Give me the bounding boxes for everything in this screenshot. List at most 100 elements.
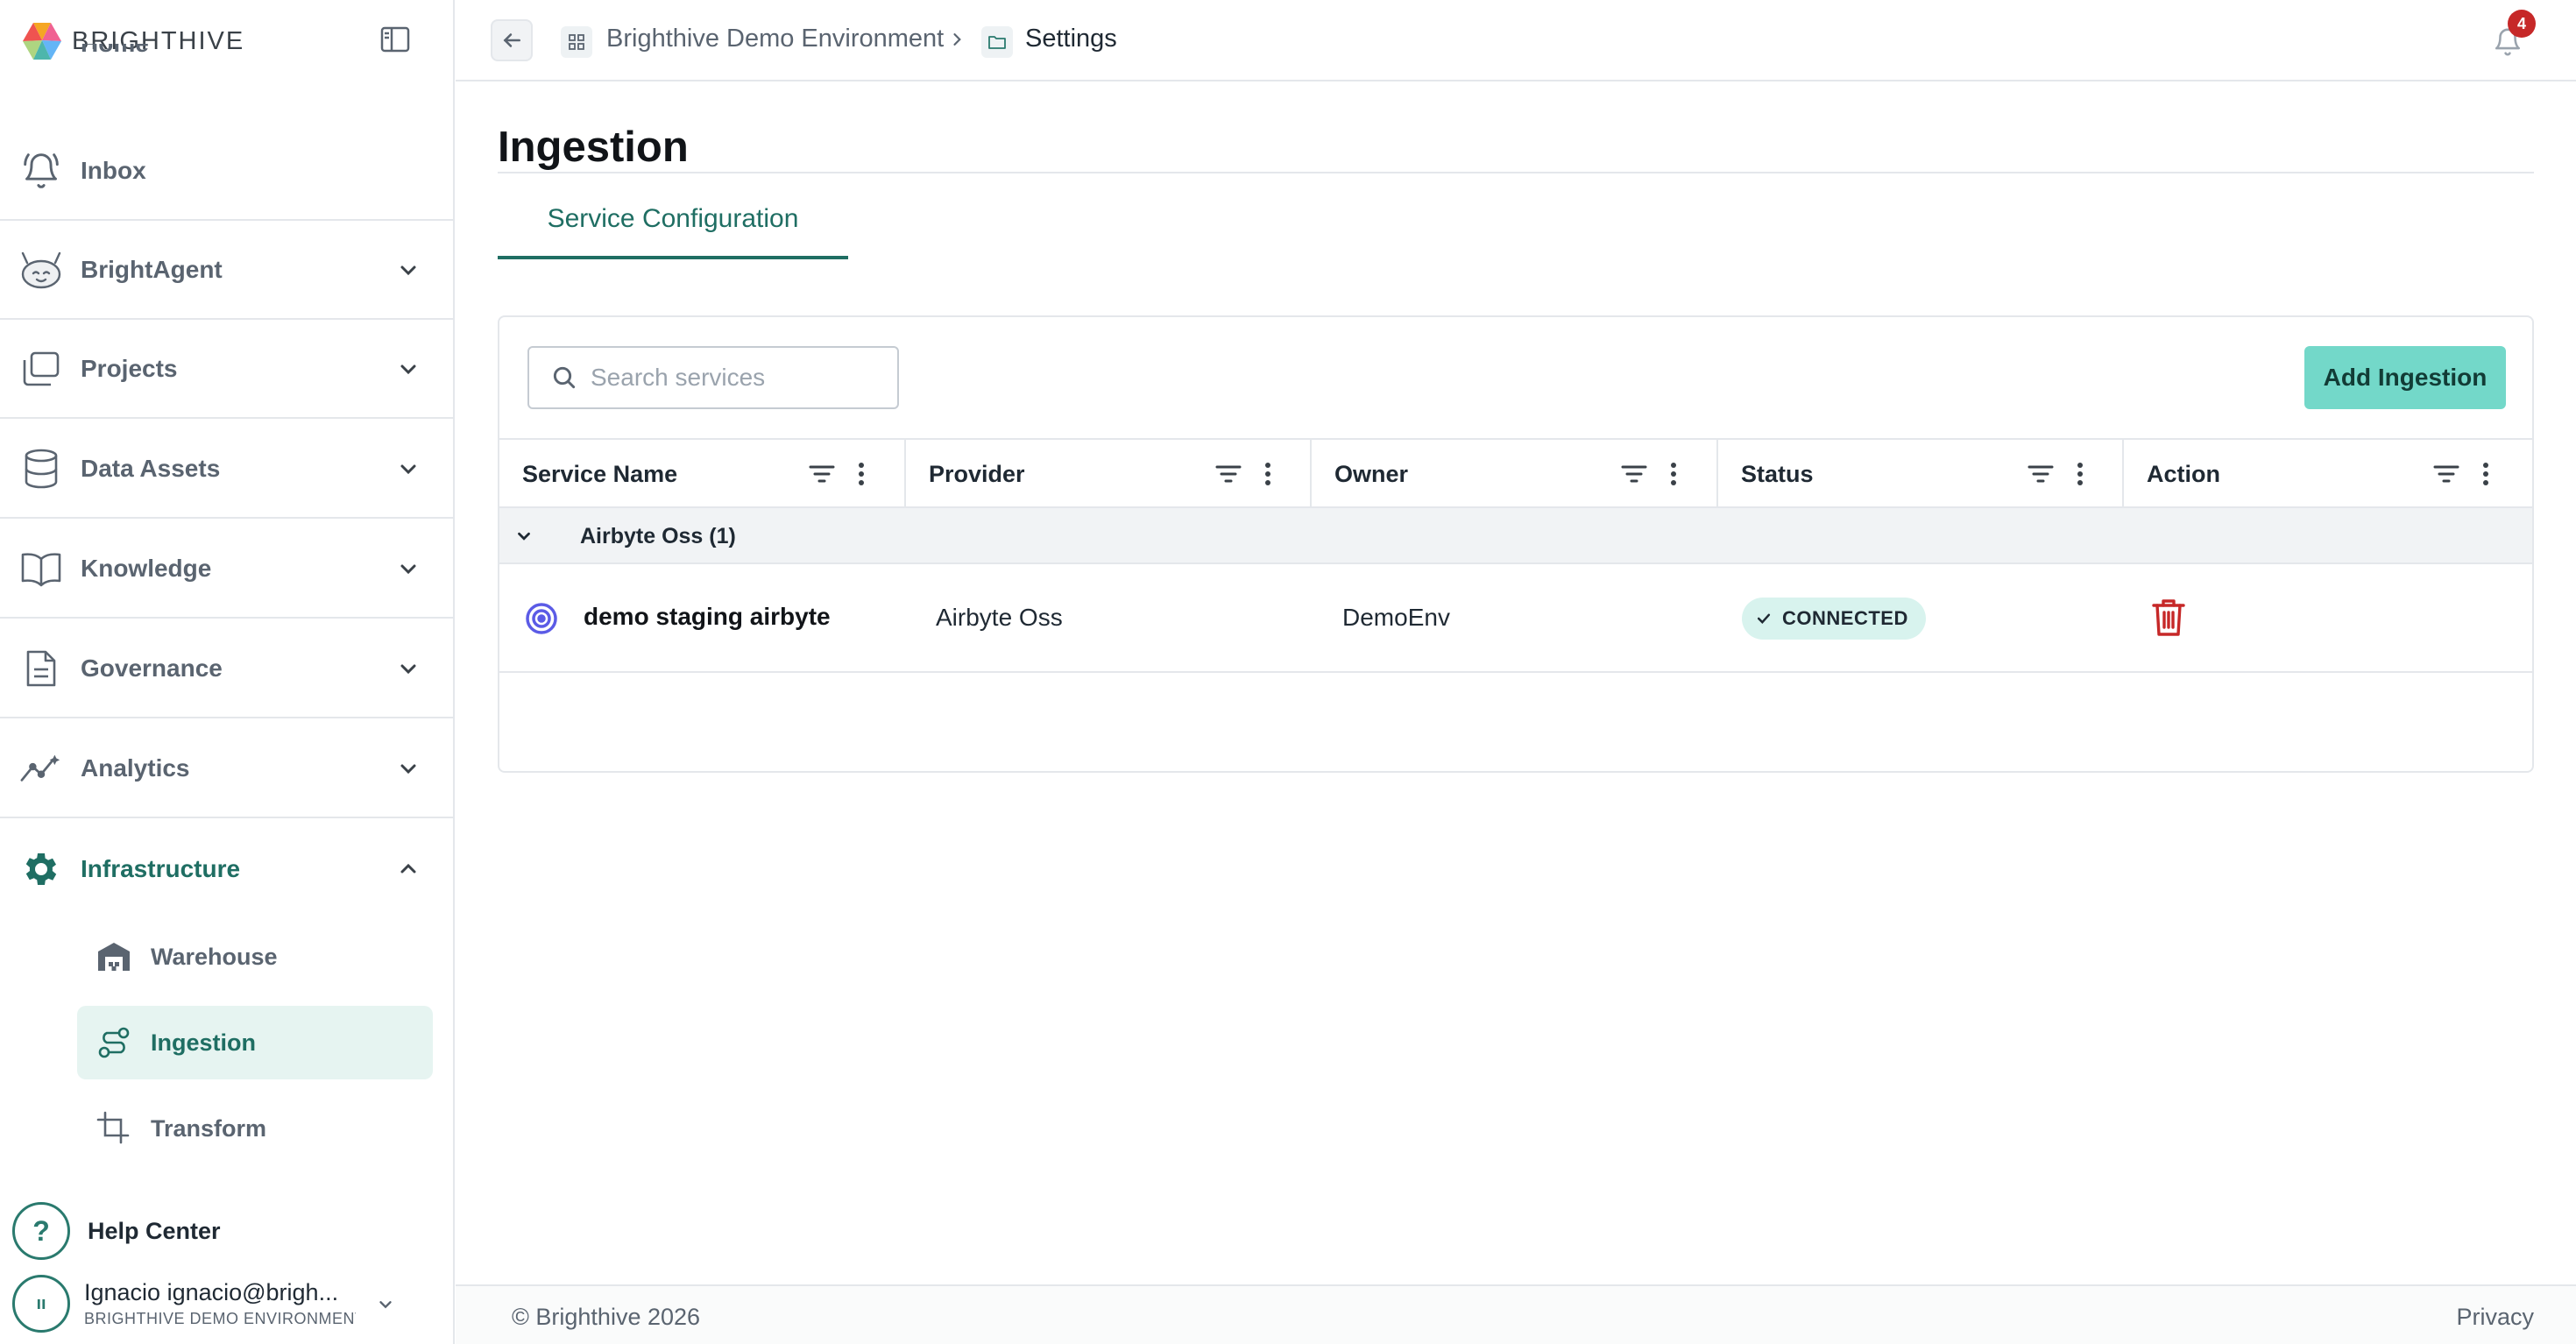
copyright-text: © Brighthive 2026 bbox=[512, 1304, 701, 1330]
document-icon bbox=[19, 647, 63, 690]
route-icon bbox=[95, 1023, 133, 1062]
user-menu[interactable]: ıı Ignacio ignacio@brigh... BRIGHTHIVE D… bbox=[12, 1273, 442, 1334]
trend-chart-icon bbox=[19, 746, 63, 790]
chevron-down-icon bbox=[391, 651, 426, 686]
column-header-service-name[interactable]: Service Name bbox=[499, 440, 906, 508]
sidebar-item-label: Infrastructure bbox=[81, 855, 241, 882]
status-badge: CONNECTED bbox=[1742, 598, 1926, 640]
cell-owner: DemoEnv bbox=[1342, 604, 1450, 631]
sidebar: BRIGHTHIVE Home Inbox BrightAgent bbox=[0, 0, 455, 1344]
filter-icon[interactable] bbox=[1213, 458, 1244, 490]
more-vertical-icon[interactable] bbox=[1255, 458, 1281, 490]
table-header: Service Name Provider Owner Status Actio bbox=[499, 438, 2532, 508]
user-info: Ignacio ignacio@brigh... BRIGHTHIVE DEMO… bbox=[84, 1279, 356, 1328]
chevron-down-icon bbox=[391, 551, 426, 586]
sidebar-item-infrastructure[interactable]: Infrastructure bbox=[0, 820, 453, 918]
filter-icon[interactable] bbox=[1618, 458, 1650, 490]
gear-icon bbox=[19, 847, 63, 891]
help-center-link[interactable]: ? Help Center bbox=[12, 1202, 433, 1260]
folders-icon bbox=[19, 347, 63, 391]
column-label: Service Name bbox=[522, 460, 678, 487]
breadcrumb-environment[interactable]: Brighthive Demo Environment bbox=[606, 25, 944, 53]
sidebar-subitem-label: Ingestion bbox=[151, 1029, 256, 1056]
top-bar: Brighthive Demo Environment Settings 4 bbox=[456, 0, 2576, 81]
help-center-label: Help Center bbox=[88, 1217, 221, 1244]
back-button[interactable] bbox=[491, 19, 533, 61]
sidebar-subitem-transform[interactable]: Transform bbox=[77, 1092, 433, 1165]
target-icon bbox=[526, 603, 557, 634]
chevron-down-icon bbox=[391, 751, 426, 786]
warehouse-icon bbox=[95, 937, 133, 976]
book-open-icon bbox=[19, 547, 63, 591]
sidebar-item-label: Analytics bbox=[81, 754, 190, 782]
sidebar-item-home[interactable]: Home bbox=[0, 44, 453, 72]
search-icon bbox=[548, 362, 580, 393]
search-field[interactable] bbox=[527, 346, 899, 409]
add-ingestion-button[interactable]: Add Ingestion bbox=[2304, 346, 2506, 409]
services-card: Add Ingestion Service Name Provider Owne… bbox=[498, 315, 2534, 773]
more-vertical-icon[interactable] bbox=[1660, 458, 1687, 490]
sidebar-item-analytics[interactable]: Analytics bbox=[0, 720, 453, 818]
column-header-status[interactable]: Status bbox=[1718, 440, 2124, 508]
user-name: Ignacio ignacio@brigh... bbox=[84, 1279, 339, 1305]
breadcrumb-settings[interactable]: Settings bbox=[1025, 25, 1117, 53]
chevron-down-icon[interactable] bbox=[508, 520, 540, 552]
service-name[interactable]: demo staging airbyte bbox=[584, 603, 831, 631]
database-icon bbox=[19, 447, 63, 491]
filter-icon[interactable] bbox=[2025, 458, 2056, 490]
grid-icon bbox=[561, 26, 592, 58]
page-title: Ingestion bbox=[498, 124, 689, 171]
sidebar-item-label: Home bbox=[81, 44, 149, 58]
cell-service-name: demo staging airbyte bbox=[499, 564, 906, 671]
chevron-up-icon bbox=[391, 852, 426, 887]
avatar: ıı bbox=[12, 1275, 70, 1333]
user-environment: BRIGHTHIVE DEMO ENVIRONMENT bbox=[84, 1310, 356, 1327]
column-header-action[interactable]: Action bbox=[2124, 440, 2532, 508]
sidebar-item-label: Data Assets bbox=[81, 455, 221, 482]
chevron-down-icon bbox=[391, 451, 426, 486]
robot-icon bbox=[19, 248, 63, 292]
sidebar-subitem-label: Warehouse bbox=[151, 943, 278, 970]
group-label: Airbyte Oss (1) bbox=[580, 524, 736, 548]
search-input[interactable] bbox=[591, 364, 888, 392]
bell-ring-icon bbox=[19, 149, 63, 193]
more-vertical-icon[interactable] bbox=[2473, 458, 2499, 490]
column-label: Status bbox=[1741, 460, 1814, 487]
chevron-right-icon bbox=[944, 26, 970, 53]
sidebar-item-label: BrightAgent bbox=[81, 256, 223, 283]
privacy-link[interactable]: Privacy bbox=[2456, 1304, 2534, 1331]
trash-icon bbox=[2152, 599, 2185, 636]
more-vertical-icon[interactable] bbox=[848, 458, 874, 490]
check-icon bbox=[1754, 609, 1773, 628]
filter-icon[interactable] bbox=[806, 458, 838, 490]
folder-icon bbox=[981, 26, 1013, 58]
sidebar-subitem-warehouse[interactable]: Warehouse bbox=[77, 920, 433, 994]
cell-provider: Airbyte Oss bbox=[936, 604, 1063, 631]
tab-service-configuration[interactable]: Service Configuration bbox=[498, 182, 848, 259]
sidebar-subitem-label: Transform bbox=[151, 1114, 267, 1142]
delete-button[interactable] bbox=[2147, 596, 2190, 640]
sidebar-item-projects[interactable]: Projects bbox=[0, 321, 453, 419]
chevron-down-icon bbox=[391, 351, 426, 386]
sidebar-item-brightagent[interactable]: BrightAgent bbox=[0, 222, 453, 320]
table-row[interactable]: demo staging airbyte Airbyte Oss DemoEnv… bbox=[499, 564, 2532, 673]
column-label: Owner bbox=[1334, 460, 1409, 487]
column-header-provider[interactable]: Provider bbox=[906, 440, 1312, 508]
crop-icon bbox=[95, 1109, 133, 1148]
sidebar-item-governance[interactable]: Governance bbox=[0, 620, 453, 718]
column-label: Provider bbox=[929, 460, 1025, 487]
footer: © Brighthive 2026 Privacy bbox=[456, 1284, 2576, 1344]
column-label: Action bbox=[2147, 460, 2220, 487]
column-header-owner[interactable]: Owner bbox=[1312, 440, 1718, 508]
notification-count-badge: 4 bbox=[2508, 10, 2536, 38]
chevron-down-icon bbox=[391, 252, 426, 287]
group-row[interactable]: Airbyte Oss (1) bbox=[499, 508, 2532, 564]
title-divider bbox=[498, 172, 2534, 173]
sidebar-item-data-assets[interactable]: Data Assets bbox=[0, 421, 453, 519]
sidebar-subitem-ingestion[interactable]: Ingestion bbox=[77, 1006, 433, 1079]
more-vertical-icon[interactable] bbox=[2067, 458, 2093, 490]
status-label: CONNECTED bbox=[1782, 607, 1908, 629]
filter-icon[interactable] bbox=[2431, 458, 2462, 490]
sidebar-item-knowledge[interactable]: Knowledge bbox=[0, 520, 453, 619]
sidebar-item-inbox[interactable]: Inbox bbox=[0, 123, 453, 221]
